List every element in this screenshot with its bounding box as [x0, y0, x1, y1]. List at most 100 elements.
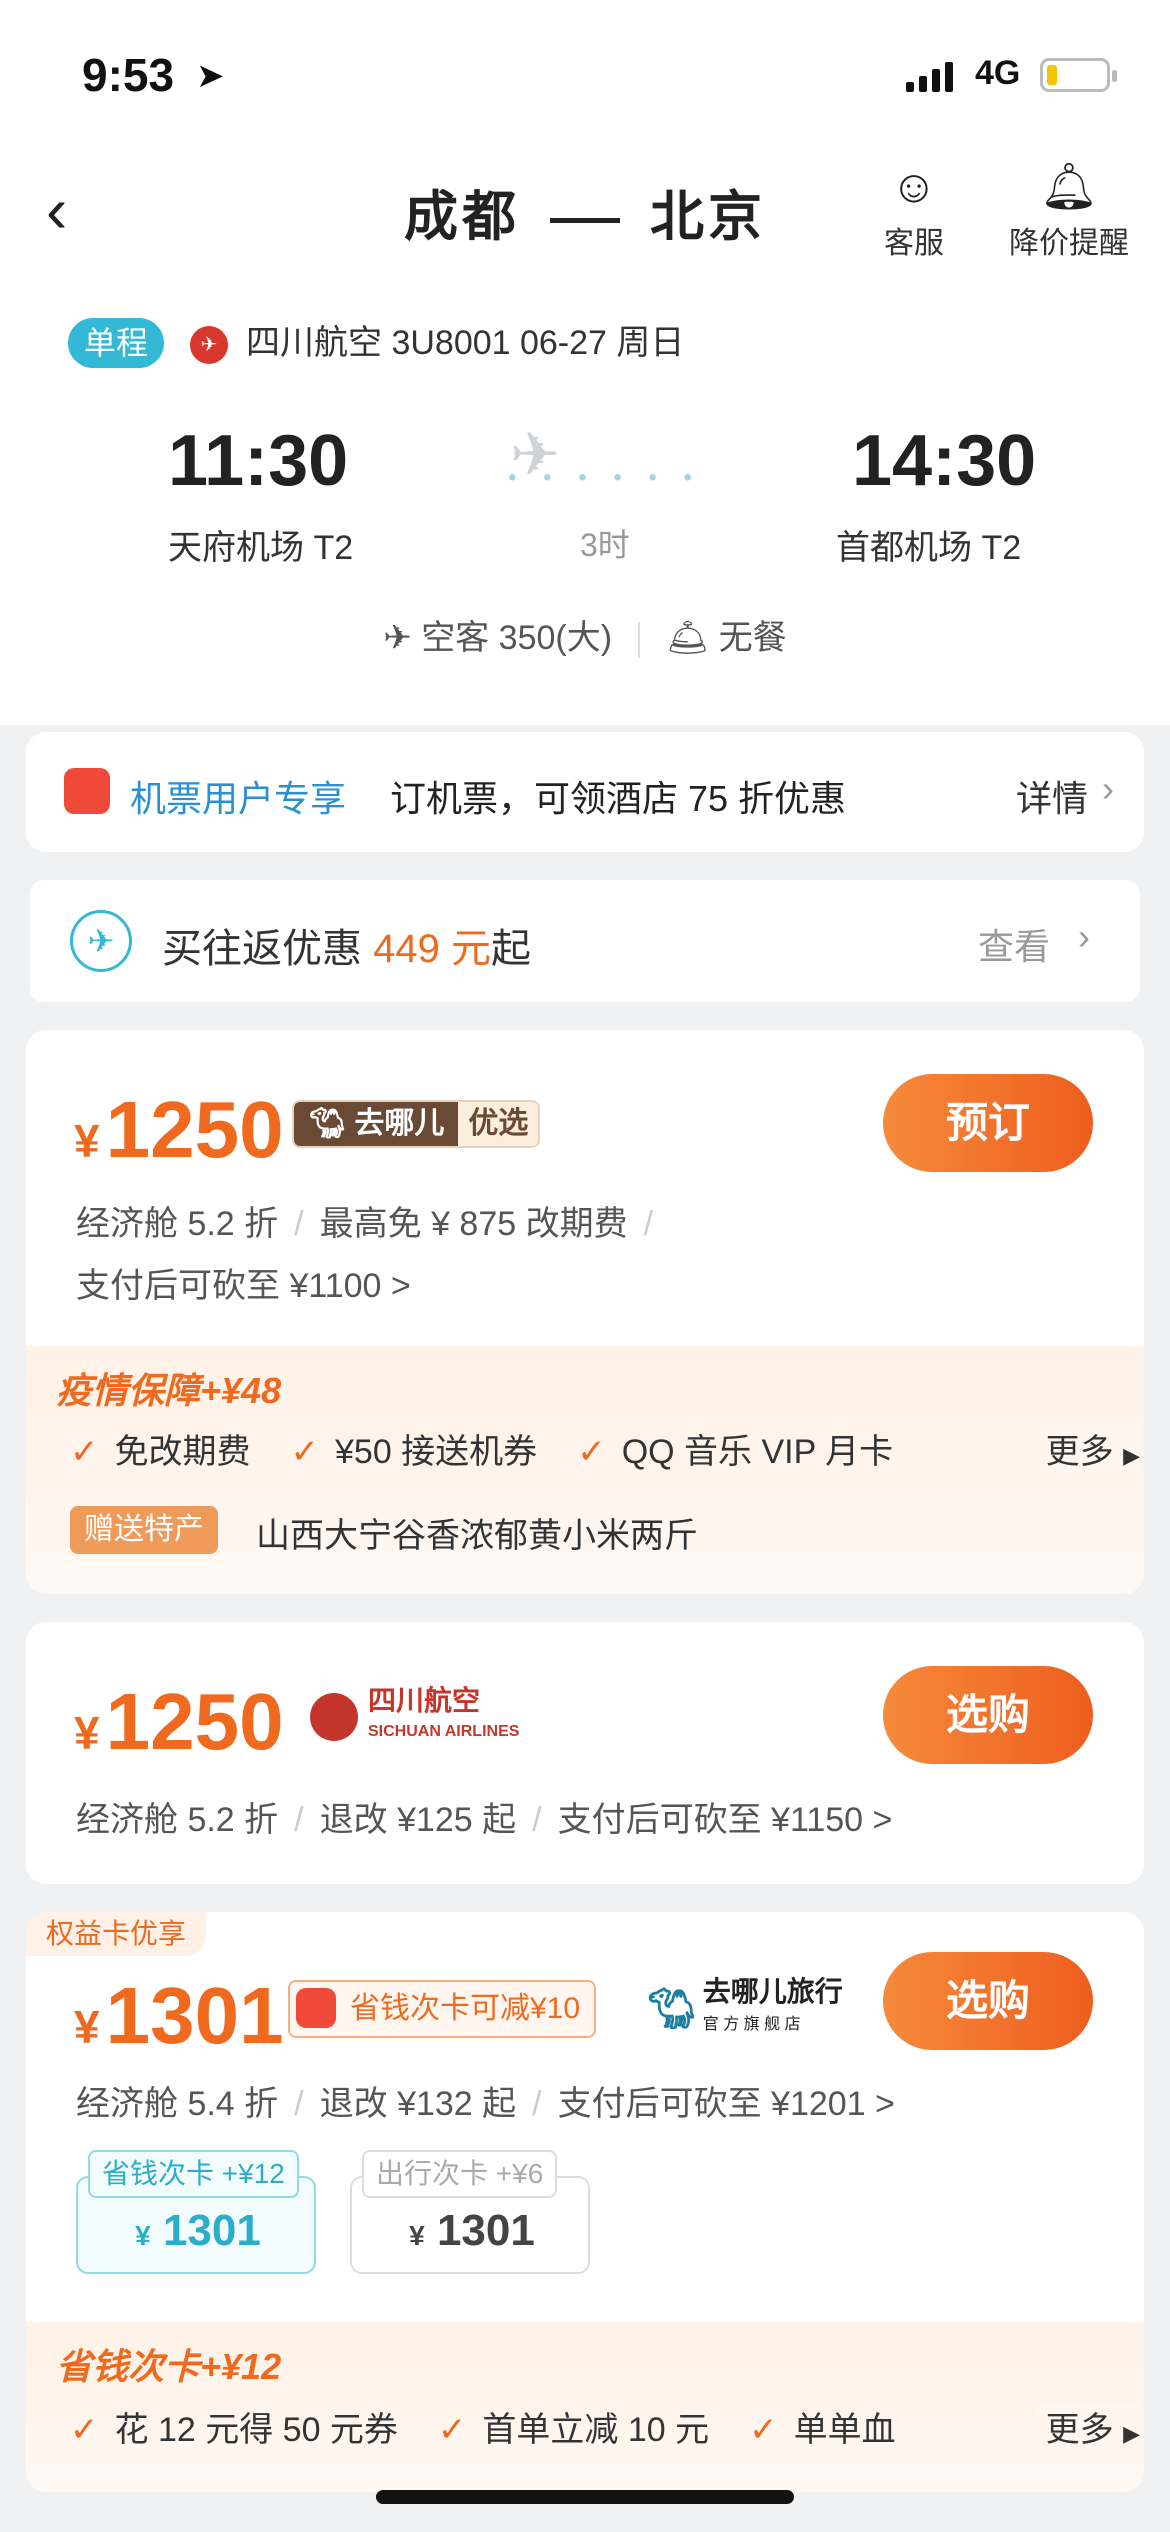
pandemic-protection-section: 疫情保障+¥48 ✓ 免改期费 ✓ ¥50 接送机券 ✓ QQ 音乐 VIP 月卡 更多 … [26, 1346, 1144, 1594]
red-envelope-icon [296, 1988, 336, 2028]
perk-title: 省钱次卡+¥12 [56, 2346, 282, 2387]
option-savings-card[interactable]: 省钱次卡 +¥12 ¥ 1301 [76, 2150, 318, 2274]
airplane-icon: ✈ [510, 421, 561, 488]
more-label: 更多 [1045, 1433, 1114, 1471]
option-price-value: 1301 [436, 2206, 535, 2255]
chevron-right-icon: › [1102, 768, 1114, 809]
refund-fee: 退改 ¥132 起 [319, 2085, 517, 2123]
perk-title: 疫情保障+¥48 [56, 1370, 282, 1411]
red-envelope-icon [64, 768, 110, 814]
perk-list: ✓ 免改期费 ✓ ¥50 接送机券 ✓ QQ 音乐 VIP 月卡 [70, 1424, 893, 1473]
price-value: 1250 [105, 1085, 284, 1174]
signal-icon [906, 60, 953, 92]
currency-symbol: ¥ [409, 2220, 425, 2251]
offer-details-line1: 经济舱 5.4 折 / 退改 ¥132 起 / 支付后可砍至 ¥1201 > [76, 2085, 895, 2123]
price-alert-label: 降价提醒 [1009, 227, 1129, 260]
more-perks-button[interactable]: 更多 ▶ [1035, 1424, 1140, 1473]
flight-duration: 3时 [580, 527, 630, 563]
home-indicator [376, 2490, 794, 2504]
gift-text: 山西大宁谷香浓郁黄小米两斤 [256, 1517, 698, 1555]
offer-details-line1: 经济舱 5.2 折 / 最高免 ¥ 875 改期费 / [76, 1205, 654, 1243]
savings-card-section: 省钱次卡+¥12 ✓ 花 12 元得 50 元券 ✓ 首单立减 10 元 ✓ 单单血 更多… [26, 2322, 1144, 2492]
airline-info: ✈ 四川航空 3U8001 06-27 周日 [190, 318, 684, 368]
cabin-discount: 经济舱 5.2 折 [76, 1205, 279, 1243]
customer-service-button[interactable]: ☺ 客服 [874, 160, 954, 262]
route-title: 成都 北京 [0, 172, 1170, 251]
offer-details-line1: 经济舱 5.2 折 / 退改 ¥125 起 / 支付后可砍至 ¥1150 > [76, 1801, 893, 1839]
bargain-link[interactable]: 支付后可砍至 ¥1100 > [76, 1258, 411, 1307]
brand-sub: 官 方 旗 舰 店 [702, 2016, 801, 2033]
brand-name: 四川航空 [368, 1685, 481, 1716]
airline-text: 四川航空 3U8001 06-27 周日 [246, 324, 685, 362]
perk-item: 首单立减 10 元 [482, 2411, 710, 2449]
roundtrip-suffix: 起 [490, 927, 531, 971]
option-label: 出行次卡 +¥6 [362, 2150, 558, 2198]
flight-path-dots: • • • • • • [508, 464, 702, 491]
option-label: 省钱次卡 +¥12 [88, 2150, 299, 2198]
currency-symbol: ¥ [74, 2001, 100, 2053]
qunar-flagship-brand: 🐪︎ 去哪儿旅行官 方 旗 舰 店 [646, 1978, 843, 2039]
status-time: 9:53 [82, 49, 175, 101]
more-label: 更多 [1045, 2411, 1114, 2449]
location-arrow-icon: ➤ [196, 57, 225, 95]
gift-badge: 赠送特产 [70, 1506, 218, 1554]
bargain-link[interactable]: 支付后可砍至 ¥1150 > [558, 1801, 893, 1839]
check-icon: ✓ [437, 2411, 467, 2449]
aircraft-type: 空客 350(大) [421, 619, 613, 657]
offer-card-sichuan-airlines[interactable]: ¥1250 四川航空 SICHUAN AIRLINES 选购 经济舱 5.2 折 /… [26, 1622, 1144, 1884]
brand-name-en: SICHUAN AIRLINES [368, 1723, 520, 1740]
perk-item: QQ 音乐 VIP 月卡 [621, 1433, 894, 1471]
offer-card-qunar-preferred[interactable]: ¥1250 🐪︎ 去哪儿 优选 预订 经济舱 5.2 折 / 最高免 ¥ 875 改期… [26, 1030, 1144, 1594]
offer-card-qunar-flagship[interactable]: 权益卡优享 ¥1301 省钱次卡可减¥10 🐪︎ 去哪儿旅行官 方 旗 舰 店 选… [26, 1912, 1144, 2492]
caret-right-icon: ▶ [1123, 1443, 1140, 1468]
qunar-preferred-tag: 🐪︎ 去哪儿 优选 [292, 1100, 541, 1148]
currency-symbol: ¥ [74, 1707, 100, 1759]
plane-icon: ✈ [383, 619, 422, 657]
book-button[interactable]: 预订 [883, 1074, 1093, 1172]
option-travel-card[interactable]: 出行次卡 +¥6 ¥ 1301 [350, 2150, 590, 2274]
exclusive-promo-banner[interactable]: 机票用户专享 订机票，可领酒店 75 折优惠 详情 › [26, 732, 1144, 852]
cabin-discount: 经济舱 5.2 折 [76, 1801, 279, 1839]
select-button[interactable]: 选购 [883, 1952, 1093, 2050]
roundtrip-offer[interactable]: ✈ 买往返优惠 449 元起 查看 › [30, 880, 1140, 1002]
savings-card-text: 省钱次卡可减¥10 [350, 1992, 581, 2025]
roundtrip-view-link[interactable]: 查看 [978, 918, 1050, 970]
check-icon: ✓ [749, 2411, 778, 2449]
benefit-card-ribbon: 权益卡优享 [26, 1912, 207, 1956]
destination-city: 北京 [650, 187, 766, 247]
check-icon: ✓ [577, 1433, 606, 1471]
arrival-airport: 首都机场 T2 [836, 529, 1022, 567]
check-icon: ✓ [70, 1433, 99, 1471]
change-fee-waiver: 最高免 ¥ 875 改期费 [319, 1205, 628, 1243]
divider [638, 622, 641, 659]
perk-list: ✓ 花 12 元得 50 元券 ✓ 首单立减 10 元 ✓ 单单血 [70, 2402, 896, 2451]
aircraft-meal-row: ✈ 空客 350(大) 🛎︎ 无餐 [0, 610, 1170, 659]
origin-city: 成都 [404, 187, 520, 247]
perk-item: 免改期费 [114, 1433, 251, 1471]
offer-price: ¥1301 [74, 1970, 284, 2062]
savings-card-tag: 省钱次卡可减¥10 [288, 1980, 597, 2038]
price-alert-button[interactable]: 🔔︎ 降价提醒 [1004, 160, 1134, 262]
check-icon: ✓ [70, 2411, 99, 2449]
chevron-right-icon: › [1078, 916, 1090, 957]
perk-item: 花 12 元得 50 元券 [114, 2411, 398, 2449]
departure-time: 11:30 [168, 421, 349, 501]
bargain-link[interactable]: 支付后可砍至 ¥1201 > [558, 2085, 895, 2123]
tag-brand: 去哪儿 [354, 1107, 445, 1140]
flight-path: • • • • • • ✈ [440, 420, 770, 491]
departure-airport: 天府机场 T2 [168, 529, 354, 567]
select-button[interactable]: 选购 [883, 1666, 1093, 1764]
bell-icon: 🔔︎ [1039, 160, 1099, 212]
network-type: 4G [975, 54, 1021, 92]
camel-logo-icon: 🐪︎ [646, 1987, 697, 2031]
meal-bell-icon: 🛎︎ [666, 619, 719, 657]
sichuan-airlines-logo-icon [310, 1692, 358, 1741]
arrival-time: 14:30 [852, 421, 1037, 501]
promo-details-link[interactable]: 详情 [1016, 770, 1088, 822]
option-price: ¥ 1301 [78, 2206, 318, 2256]
camel-logo-icon: 🐪︎ 去哪儿 [294, 1102, 459, 1146]
more-perks-button[interactable]: 更多 ▶ [1035, 2402, 1140, 2451]
check-icon: ✓ [290, 1433, 320, 1471]
option-price-value: 1301 [162, 2206, 261, 2255]
perk-item: ¥50 接送机券 [335, 1433, 538, 1471]
